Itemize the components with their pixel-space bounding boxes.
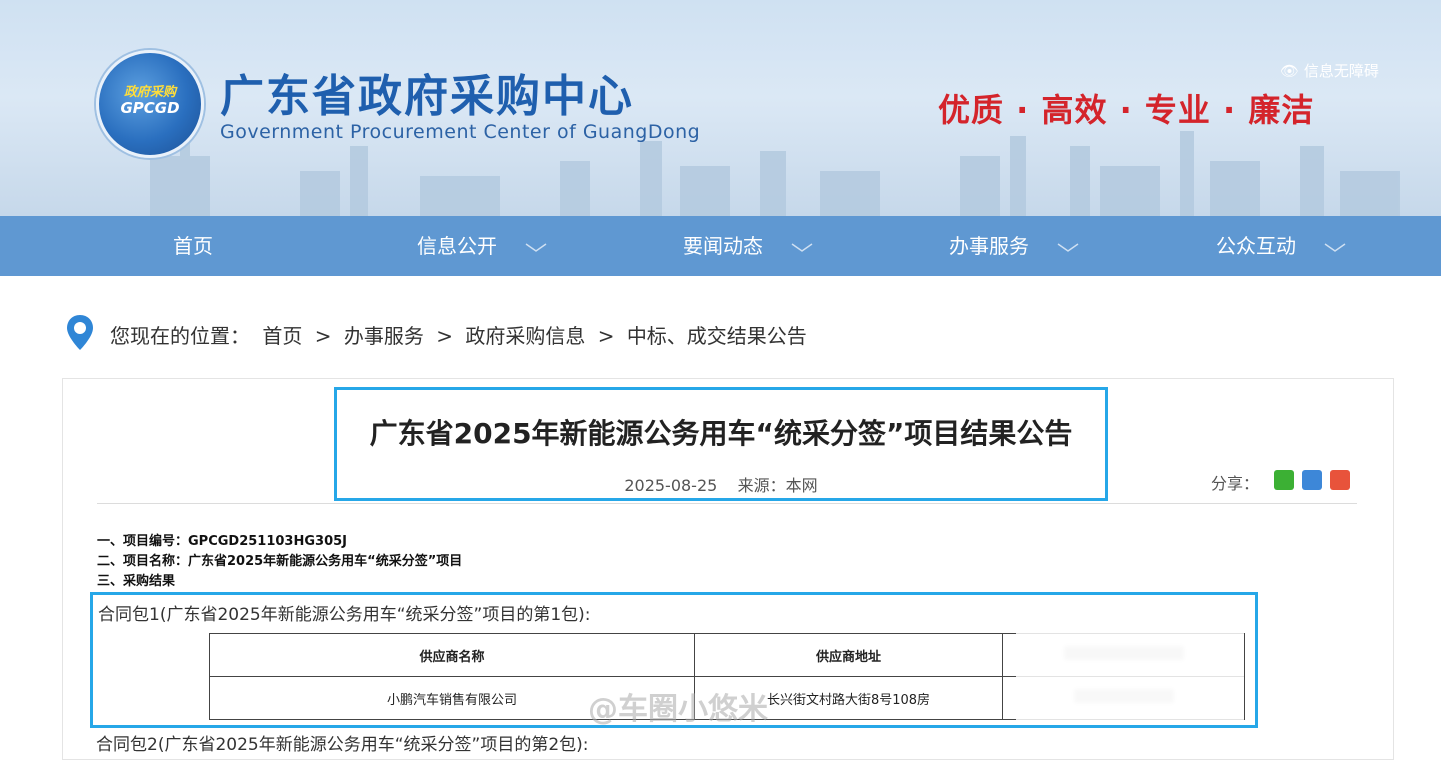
accessibility-link[interactable]: 👁 信息无障碍 bbox=[1280, 60, 1379, 81]
logo-text: GPCGD bbox=[120, 99, 180, 117]
article-source: 来源：本网 bbox=[737, 476, 818, 495]
main-nav: 首页 信息公开 要闻动态 办事服务 公众互动 bbox=[0, 216, 1441, 276]
nav-label: 信息公开 bbox=[417, 234, 497, 258]
breadcrumb-procurement-info[interactable]: 政府采购信息 bbox=[465, 324, 585, 348]
nav-label: 要闻动态 bbox=[683, 234, 763, 258]
chevron-down-icon bbox=[525, 242, 547, 252]
nav-label: 办事服务 bbox=[949, 234, 1029, 258]
breadcrumb-services[interactable]: 办事服务 bbox=[344, 324, 424, 348]
breadcrumb-separator: > bbox=[597, 324, 615, 348]
share-label: 分享： bbox=[1211, 474, 1260, 493]
redaction-overlay bbox=[1016, 631, 1244, 721]
breadcrumb-home[interactable]: 首页 bbox=[262, 324, 302, 348]
chevron-down-icon bbox=[1057, 242, 1079, 252]
nav-label: 首页 bbox=[173, 234, 213, 258]
header-supplier-address: 供应商地址 bbox=[694, 633, 1003, 677]
chevron-down-icon bbox=[1324, 242, 1346, 252]
breadcrumb-separator: > bbox=[314, 324, 332, 348]
site-header: 政府采购 GPCGD 广东省政府采购中心 Government Procurem… bbox=[0, 0, 1441, 216]
watermark: @车圈小悠米 bbox=[588, 692, 768, 727]
wechat-share-icon[interactable] bbox=[1274, 470, 1294, 490]
nav-item-interaction[interactable]: 公众互动 bbox=[1216, 216, 1346, 276]
accessibility-label: 信息无障碍 bbox=[1303, 62, 1379, 80]
chevron-down-icon bbox=[791, 242, 813, 252]
header-supplier-name: 供应商名称 bbox=[209, 633, 695, 677]
nav-item-info-disclosure[interactable]: 信息公开 bbox=[417, 216, 547, 276]
location-pin-icon bbox=[67, 315, 93, 350]
breadcrumb-prefix: 您现在的位置： bbox=[110, 324, 250, 348]
title-highlight-box: 广东省2025年新能源公务用车“统采分签”项目结果公告 2025-08-25 来… bbox=[334, 387, 1108, 501]
eye-icon: 👁 bbox=[1280, 62, 1300, 80]
qzone-share-icon[interactable] bbox=[1302, 470, 1322, 490]
nav-item-news[interactable]: 要闻动态 bbox=[683, 216, 813, 276]
project-number: 一、项目编号：GPCGD251103HG305J bbox=[97, 534, 347, 549]
breadcrumb: 您现在的位置： 首页 > 办事服务 > 政府采购信息 > 中标、成交结果公告 bbox=[110, 320, 813, 349]
breadcrumb-results[interactable]: 中标、成交结果公告 bbox=[627, 324, 807, 348]
weibo-share-icon[interactable] bbox=[1330, 470, 1350, 490]
nav-label: 公众互动 bbox=[1216, 234, 1296, 258]
logo-top-text: 政府采购 bbox=[123, 85, 176, 100]
site-subtitle: Government Procurement Center of GuangDo… bbox=[220, 121, 701, 143]
site-title: 广东省政府采购中心 bbox=[220, 71, 634, 122]
article-title: 广东省2025年新能源公务用车“统采分签”项目结果公告 bbox=[369, 417, 1073, 450]
divider bbox=[97, 503, 1357, 504]
package-title: 合同包1(广东省2025年新能源公务用车“统采分签”项目的第1包): bbox=[98, 605, 591, 625]
package-2-title: 合同包2(广东省2025年新能源公务用车“统采分签”项目的第2包): bbox=[96, 735, 589, 755]
nav-item-home[interactable]: 首页 bbox=[173, 216, 213, 276]
gpcgd-logo[interactable]: 政府采购 GPCGD bbox=[96, 50, 204, 158]
article-date: 2025-08-25 bbox=[624, 476, 718, 495]
project-name: 二、项目名称：广东省2025年新能源公务用车“统采分签”项目 bbox=[97, 554, 463, 569]
article-meta: 2025-08-25 来源：本网 bbox=[337, 472, 1105, 496]
slogan: 优质 · 高效 · 专业 · 廉洁 bbox=[938, 91, 1315, 129]
breadcrumb-separator: > bbox=[436, 324, 453, 348]
nav-item-services[interactable]: 办事服务 bbox=[949, 216, 1079, 276]
skyline-illustration bbox=[150, 131, 1400, 216]
procurement-result-heading: 三、采购结果 bbox=[97, 574, 176, 589]
